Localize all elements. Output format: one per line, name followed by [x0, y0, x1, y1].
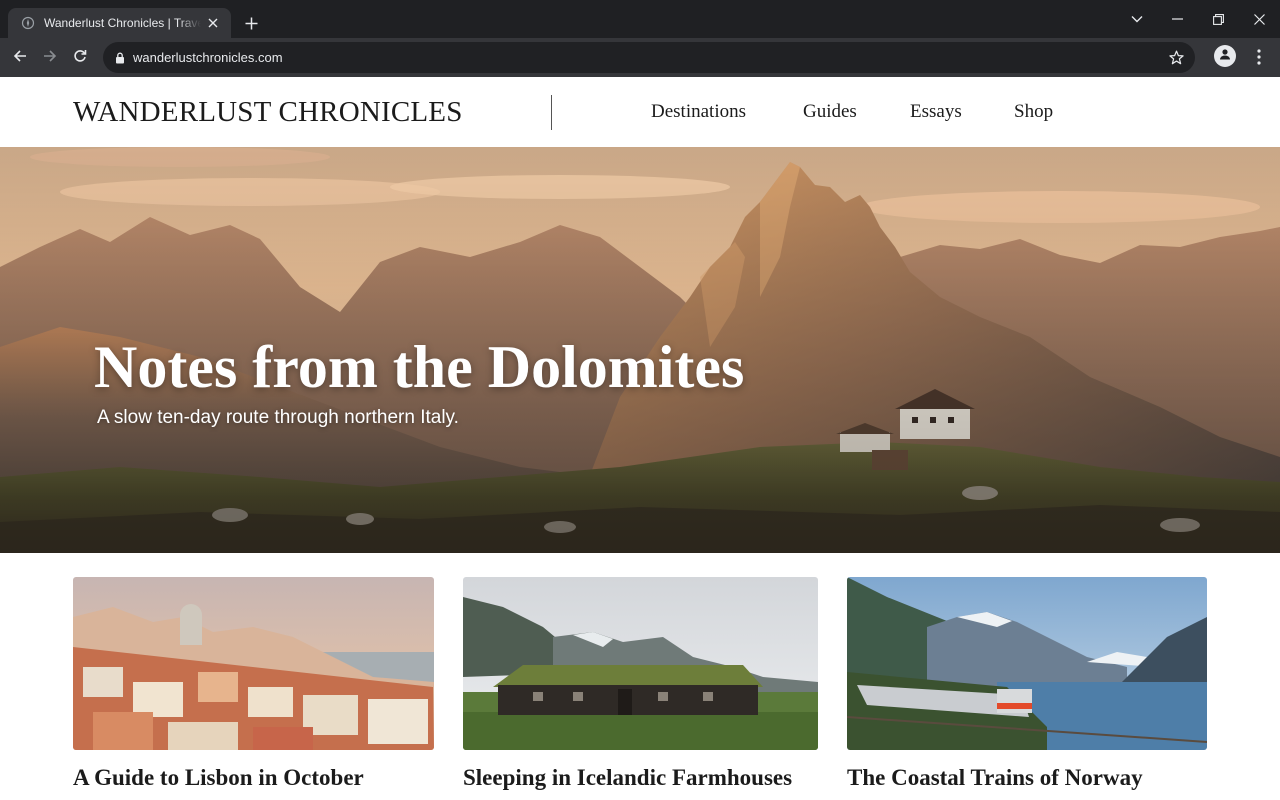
person-icon	[1219, 47, 1231, 65]
restore-icon[interactable]	[1203, 8, 1233, 30]
kebab-menu-icon[interactable]	[1250, 46, 1268, 68]
arrow-left-icon	[13, 49, 27, 68]
url-text: wanderlustchronicles.com	[133, 50, 283, 65]
site-header: WANDERLUST CHRONICLES Destinations Guide…	[0, 77, 1280, 147]
hero-banner[interactable]: Notes from the Dolomites A slow ten-day …	[0, 147, 1280, 553]
article-image	[463, 577, 818, 750]
nav-shop[interactable]: Shop	[1014, 101, 1053, 123]
article-image	[73, 577, 434, 750]
address-bar[interactable]: wanderlustchronicles.com	[103, 42, 1195, 73]
article-title[interactable]: Sleeping in Icelandic Farmhouses	[463, 765, 792, 791]
arrow-right-icon	[43, 49, 57, 68]
compass-icon	[20, 15, 36, 31]
star-icon[interactable]	[1168, 49, 1185, 66]
tab-title: Wanderlust Chronicles | Travel Magazine	[44, 16, 201, 30]
article-title[interactable]: A Guide to Lisbon in October	[73, 765, 364, 791]
hero-title: Notes from the Dolomites	[94, 334, 745, 400]
header-divider	[551, 95, 552, 130]
back-button[interactable]	[6, 44, 34, 72]
article-title[interactable]: The Coastal Trains of Norway	[847, 765, 1143, 791]
browser-tab-bar: Wanderlust Chronicles | Travel Magazine	[0, 0, 1280, 38]
lock-icon	[103, 52, 133, 64]
close-icon[interactable]	[205, 15, 221, 31]
article-image	[847, 577, 1207, 750]
plus-icon[interactable]	[240, 12, 262, 34]
reload-icon	[73, 49, 87, 68]
hero-subtitle: A slow ten-day route through northern It…	[97, 407, 459, 428]
browser-toolbar: wanderlustchronicles.com	[0, 38, 1280, 77]
minimize-icon[interactable]	[1162, 8, 1192, 30]
close-window-icon[interactable]	[1244, 8, 1274, 30]
site-logo[interactable]: WANDERLUST CHRONICLES	[73, 96, 463, 129]
profile-button[interactable]	[1214, 45, 1236, 67]
browser-tab[interactable]: Wanderlust Chronicles | Travel Magazine	[8, 8, 231, 38]
nav-destinations[interactable]: Destinations	[651, 101, 746, 123]
chevron-down-icon[interactable]	[1122, 8, 1152, 30]
reload-button[interactable]	[66, 44, 94, 72]
nav-guides[interactable]: Guides	[803, 101, 857, 123]
nav-essays[interactable]: Essays	[910, 101, 962, 123]
forward-button[interactable]	[36, 44, 64, 72]
